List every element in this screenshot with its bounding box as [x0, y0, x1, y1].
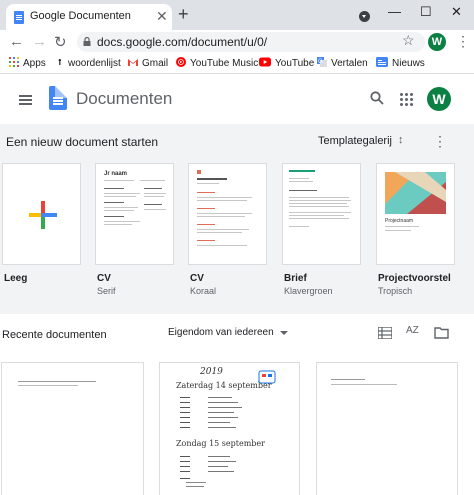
template-name: Brief: [284, 273, 307, 284]
doc-year-text: 2019: [200, 367, 223, 377]
translate-icon: G: [317, 57, 327, 67]
youtube-music-icon: [176, 57, 186, 67]
news-icon: [376, 57, 388, 67]
bookmark-label: YouTube Music: [190, 58, 259, 69]
apps-grid-icon: [9, 57, 19, 67]
youtube-icon: [259, 57, 271, 67]
expand-collapse-icon[interactable]: ↕: [398, 134, 404, 146]
tab-search-icon[interactable]: [359, 11, 370, 22]
bookmark-woordenlijst[interactable]: woordenlijst: [58, 57, 121, 69]
address-bar[interactable]: docs.google.com/document/u/0/: [77, 32, 425, 52]
bookmark-star-icon[interactable]: ☆: [402, 32, 415, 49]
back-icon[interactable]: ←: [9, 33, 24, 50]
bookmark-label: Nieuws: [392, 58, 425, 69]
template-name: CV: [97, 273, 111, 284]
recent-document-2[interactable]: 2019 Zaterdag 14 september Zondag 15 sep…: [159, 362, 300, 495]
recent-documents-heading: Recente documenten: [2, 329, 107, 341]
svg-text:G: G: [318, 59, 323, 65]
reload-icon[interactable]: ↻: [54, 33, 67, 51]
template-cv-koraal[interactable]: [188, 163, 267, 265]
bookmark-gmail[interactable]: Gmail: [128, 57, 168, 69]
google-apps-icon[interactable]: [400, 93, 413, 106]
browser-tab[interactable]: Google Documenten ✕: [6, 4, 172, 30]
template-subtitle: Serif: [97, 286, 116, 296]
docs-favicon-icon: [14, 11, 24, 24]
template-subtitle: Koraal: [190, 286, 217, 296]
bookmark-vertalen[interactable]: G Vertalen: [317, 57, 368, 69]
plus-icon: [29, 201, 57, 229]
account-avatar[interactable]: W: [427, 87, 451, 111]
template-subtitle: Klavergroen: [284, 286, 333, 296]
template-blank[interactable]: [2, 163, 81, 265]
doc-heading-2: Zondag 15 september: [176, 439, 265, 448]
browser-menu-icon[interactable]: ⋮: [456, 33, 470, 50]
template-more-icon[interactable]: ⋮: [433, 133, 447, 150]
bookmark-label: Vertalen: [331, 58, 368, 69]
dropdown-arrow-icon[interactable]: [280, 331, 288, 335]
gmail-icon: [128, 59, 138, 66]
bookmark-label: Gmail: [142, 58, 169, 69]
owner-filter-dropdown[interactable]: Eigendom van iedereen: [168, 327, 274, 338]
tab-title: Google Documenten: [30, 10, 131, 22]
bookmark-label: Apps: [23, 58, 46, 69]
template-projectvoorstel[interactable]: Projectnaam: [376, 163, 455, 265]
bookmark-youtube-music[interactable]: YouTube Music: [176, 57, 258, 69]
folder-icon[interactable]: [434, 327, 449, 339]
new-tab-button[interactable]: +: [178, 4, 189, 25]
template-name: CV: [190, 273, 204, 284]
template-section-heading: Een nieuw document starten: [6, 135, 159, 149]
minimize-button[interactable]: —: [388, 4, 401, 19]
browser-profile-avatar[interactable]: W: [428, 33, 446, 51]
bookmark-youtube[interactable]: YouTube: [259, 57, 314, 69]
main-menu-icon[interactable]: [19, 95, 32, 105]
bookmark-apps[interactable]: Apps: [9, 57, 46, 69]
bookmark-nieuws[interactable]: Nieuws: [376, 57, 425, 69]
list-view-icon[interactable]: [378, 327, 392, 339]
close-window-button[interactable]: ✕: [451, 4, 462, 20]
browser-tab-strip: Google Documenten ✕ + — ☐ ✕: [0, 0, 474, 30]
thumb-project-title: Projectnaam: [385, 218, 414, 224]
lock-icon: [83, 37, 91, 46]
app-title[interactable]: Documenten: [76, 89, 172, 109]
template-brief[interactable]: [282, 163, 361, 265]
url-text: docs.google.com/document/u/0/: [97, 35, 268, 49]
maximize-button[interactable]: ☐: [420, 4, 432, 20]
bus-logo-icon: [258, 370, 276, 384]
template-subtitle: Tropisch: [378, 286, 413, 296]
bookmark-dot-icon: [58, 59, 61, 65]
search-icon[interactable]: [370, 91, 384, 105]
template-name: Projectvoorstel: [378, 273, 451, 284]
browser-toolbar: ← → ↻ docs.google.com/document/u/0/ ☆: [0, 30, 474, 54]
tropical-graphic-icon: [385, 172, 446, 214]
bookmark-label: woordenlijst: [68, 58, 121, 69]
docs-logo-icon[interactable]: [49, 86, 67, 110]
bookmark-label: YouTube: [275, 58, 315, 69]
forward-icon[interactable]: →: [32, 33, 47, 50]
template-name: Leeg: [4, 273, 28, 284]
sort-az-icon[interactable]: AZ: [406, 325, 419, 336]
thumb-name-text: Jr naam: [104, 171, 128, 177]
recent-document-1[interactable]: [1, 362, 144, 495]
bookmarks-bar: Apps woordenlijst Gmail YouTube Music Yo…: [0, 54, 474, 74]
template-cv-serif[interactable]: Jr naam: [95, 163, 174, 265]
tab-close-icon[interactable]: ✕: [156, 8, 168, 25]
recent-document-3[interactable]: [316, 362, 458, 495]
template-gallery-button[interactable]: Templategalerij: [318, 135, 392, 147]
